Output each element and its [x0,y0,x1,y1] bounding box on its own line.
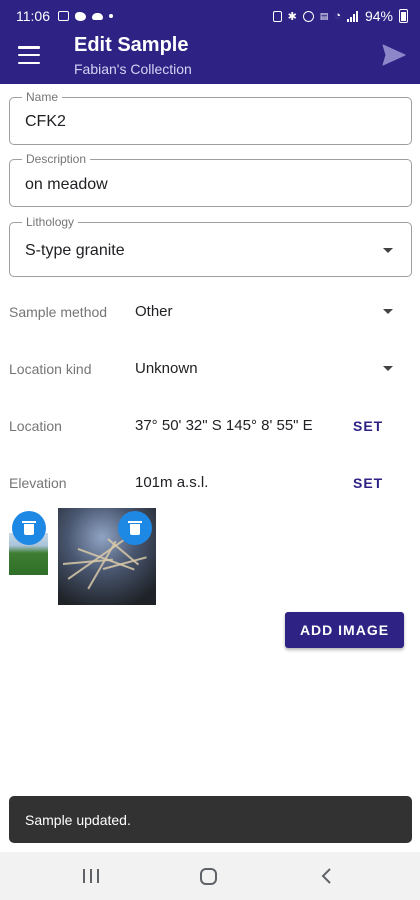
page-subtitle: Fabian's Collection [74,61,192,77]
lithology-dropdown-value: S-type granite [25,242,125,259]
set-elevation-button[interactable]: SET [353,475,383,491]
name-field-value[interactable]: CFK2 [25,113,66,131]
sample-method-dropdown[interactable]: Other [130,296,405,328]
elevation-label: Elevation [9,475,67,491]
name-field-label: Name [22,90,63,104]
sample-method-value: Other [135,303,173,320]
recent-apps-icon[interactable] [83,869,99,883]
battery-saver-icon [272,10,282,22]
battery-percentage: 94% [364,8,393,24]
system-icons: ✱ ▤ ◔ 94% [272,8,408,24]
wifi-icon: ◔ [334,10,341,22]
elevation-value: 101m a.s.l. [135,474,209,491]
system-nav-bar [0,852,420,900]
delete-image-button[interactable] [12,511,46,545]
description-field[interactable]: Description on meadow [9,152,412,207]
home-icon[interactable] [200,868,217,885]
location-kind-dropdown[interactable]: Unknown [130,353,405,385]
app-bar: Edit Sample Fabian's Collection [0,32,420,84]
lithology-dropdown[interactable]: Lithology S-type granite [9,215,412,277]
twitter-icon [75,11,86,21]
delete-image-button[interactable] [118,511,152,545]
notification-icons [58,11,113,21]
back-icon[interactable] [320,867,334,885]
signal-icon [346,10,358,22]
location-label: Location [9,418,62,434]
menu-icon[interactable] [18,46,40,64]
chevron-down-icon [383,248,393,253]
lithology-dropdown-label: Lithology [22,215,79,229]
send-icon[interactable] [382,44,406,66]
location-kind-label: Location kind [9,361,92,377]
sample-method-label: Sample method [9,304,108,320]
cloud-icon [92,12,103,20]
chevron-down-icon [383,309,393,314]
location-kind-value: Unknown [135,360,198,377]
trash-icon [22,521,36,535]
chevron-down-icon [383,366,393,371]
description-field-label: Description [22,152,91,166]
gallery-icon [58,11,69,21]
description-field-value[interactable]: on meadow [25,176,108,194]
trash-icon [128,521,142,535]
name-field[interactable]: Name CFK2 [9,90,412,145]
snackbar-message: Sample updated. [25,811,131,828]
add-image-button[interactable]: ADD IMAGE [285,612,404,648]
page-title: Edit Sample [74,34,189,56]
volte-icon: ▤ [319,10,329,21]
dot-icon [109,14,113,18]
status-bar: 11:06 ✱ ▤ ◔ 94% [0,0,420,32]
set-location-button[interactable]: SET [353,418,383,434]
bluetooth-icon: ✱ [287,10,297,23]
status-time: 11:06 [16,8,50,24]
location-value: 37° 50' 32" S 145° 8' 55" E [135,417,313,434]
hotspot-icon [302,10,314,22]
snackbar: Sample updated. [9,796,412,843]
battery-icon [399,9,408,23]
